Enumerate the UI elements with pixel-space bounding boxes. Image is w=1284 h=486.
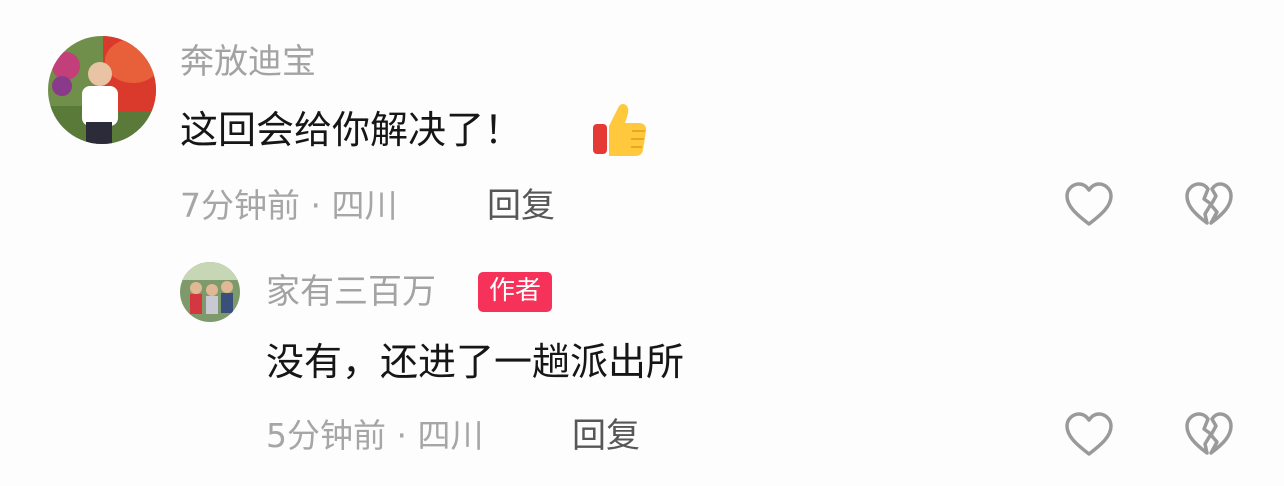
reply-username[interactable]: 家有三百万: [266, 272, 436, 312]
reply-dislike-button[interactable]: [1184, 412, 1234, 458]
reply-meta: 5分钟前 · 四川: [266, 416, 484, 455]
comment-meta: 7分钟前 · 四川: [180, 186, 398, 225]
comment-username[interactable]: 奔放迪宝: [180, 42, 316, 82]
like-button[interactable]: [1064, 182, 1114, 228]
author-badge: 作者: [478, 272, 553, 312]
comment-text: 这回会给你解决了！: [180, 106, 522, 154]
reply-button[interactable]: 回复: [487, 186, 555, 226]
heart-icon: [1065, 182, 1113, 226]
thumbs-up-icon: [590, 100, 650, 160]
heart-icon: [1065, 412, 1113, 456]
comment-thread: 奔放迪宝 这回会给你解决了！ 7分钟前 · 四川 回复 家有三百万 作者 没有，…: [0, 0, 1284, 486]
reply-like-button[interactable]: [1064, 412, 1114, 458]
avatar[interactable]: [48, 36, 156, 144]
broken-heart-icon: [1185, 412, 1233, 455]
broken-heart-icon: [1185, 182, 1233, 225]
reply-reply-button[interactable]: 回复: [572, 416, 640, 456]
reply-text: 没有，还进了一趟派出所: [266, 340, 685, 384]
comment-text-body: 这回会给你解决了！: [180, 108, 523, 152]
dislike-button[interactable]: [1184, 182, 1234, 228]
reply-avatar[interactable]: [180, 262, 240, 322]
